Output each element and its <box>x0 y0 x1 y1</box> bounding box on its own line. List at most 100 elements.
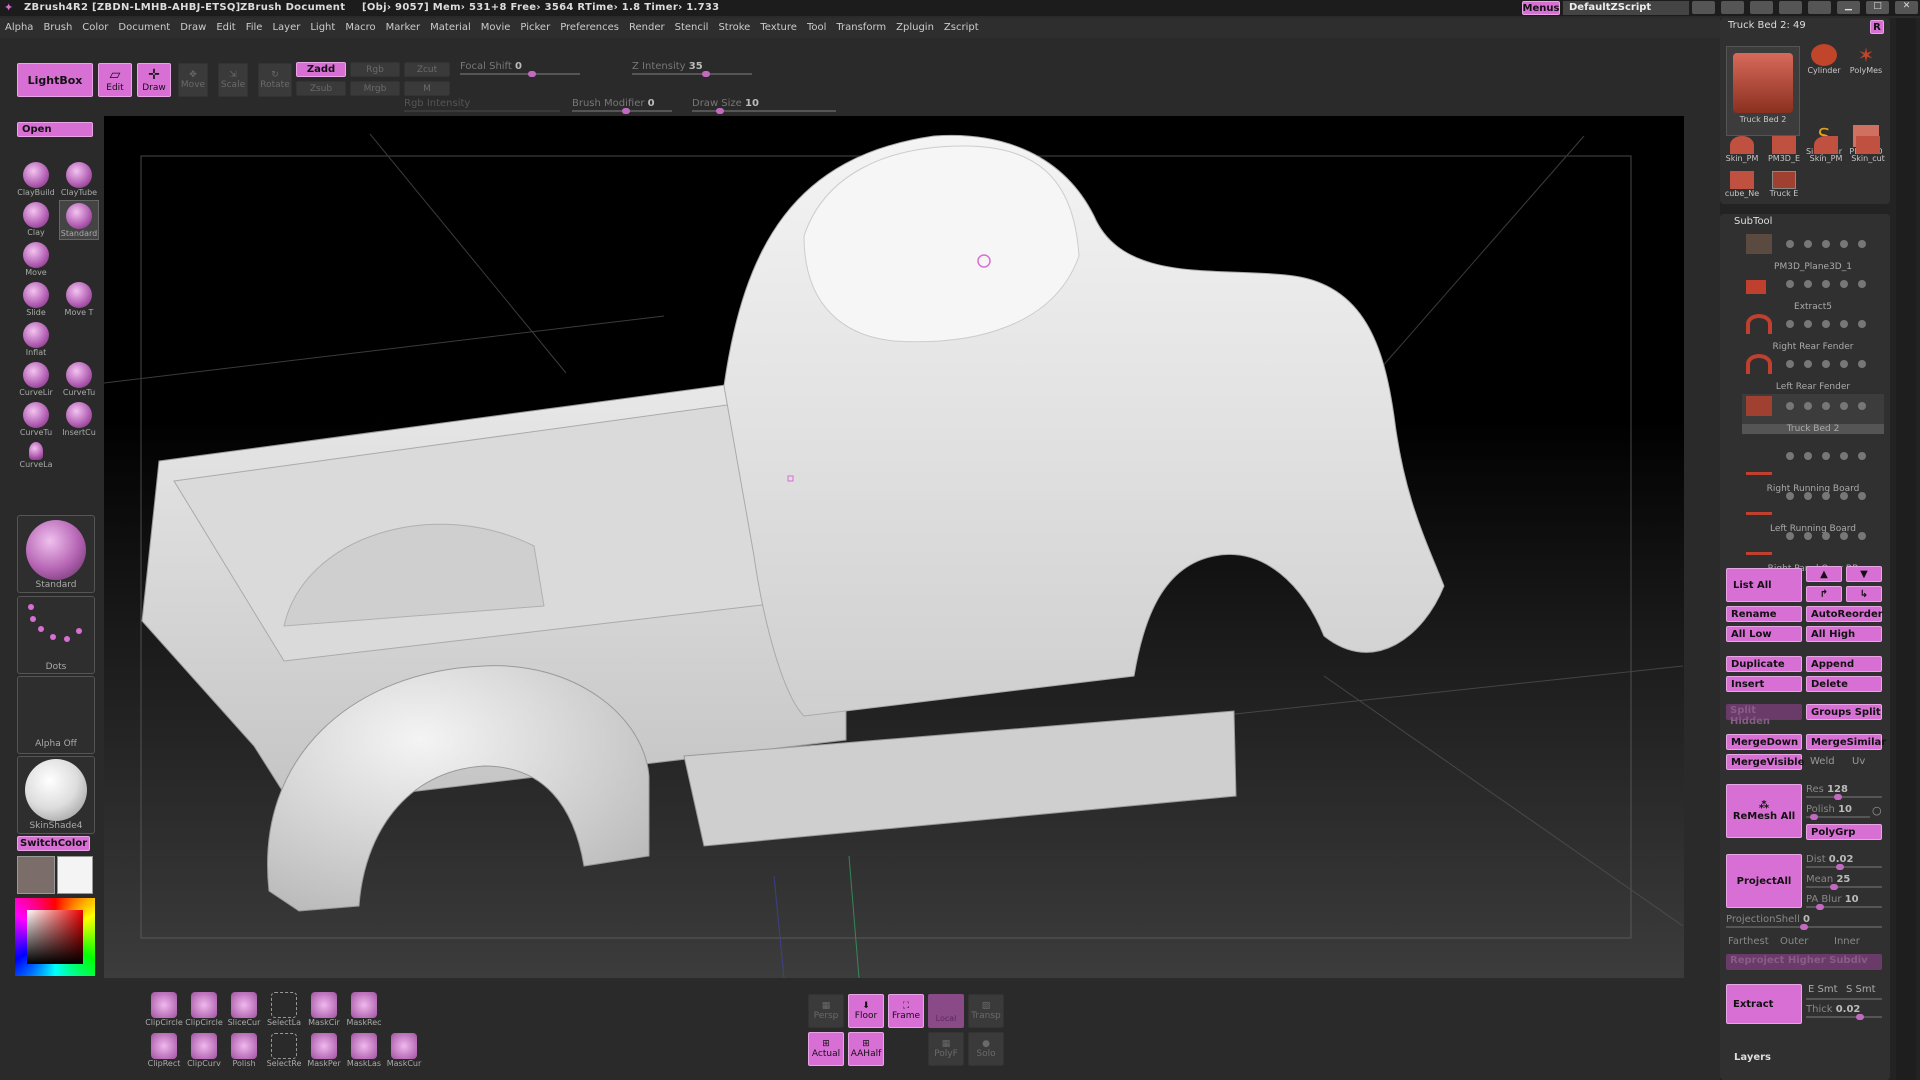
projection-shell-knob[interactable] <box>1800 924 1808 930</box>
polish-slider[interactable]: Polish 10 <box>1806 804 1870 820</box>
focal-shift-knob[interactable] <box>528 71 536 77</box>
maskcircle-brush[interactable]: MaskCir <box>302 992 346 1034</box>
masklasso-brush[interactable]: MaskLas <box>342 1033 386 1075</box>
focal-shift-slider[interactable]: Focal Shift 0 <box>460 61 580 77</box>
duplicate-button[interactable]: Duplicate <box>1726 656 1802 672</box>
z-intensity-knob[interactable] <box>702 71 710 77</box>
brush-claytubes[interactable]: ClayTube <box>59 160 99 200</box>
polish-brush[interactable]: Polish <box>222 1033 266 1075</box>
menu-file[interactable]: File <box>241 18 268 33</box>
move-top-button[interactable]: ↱ <box>1806 586 1842 602</box>
remesh-all-button[interactable]: ⁂ ReMesh All <box>1726 784 1802 838</box>
extract-button[interactable]: Extract <box>1726 984 1802 1024</box>
insert-button[interactable]: Insert <box>1726 676 1802 692</box>
menu-color[interactable]: Color <box>77 18 113 33</box>
menu-texture[interactable]: Texture <box>755 18 802 33</box>
menu-zscript[interactable]: Zscript <box>939 18 984 33</box>
thick-slider[interactable]: Thick 0.02 <box>1806 1004 1882 1020</box>
brush-curvetube[interactable]: CurveTu <box>59 360 99 400</box>
maskrect-brush[interactable]: MaskRec <box>342 992 386 1034</box>
merge-down-button[interactable]: MergeDown <box>1726 734 1802 750</box>
farthest-toggle[interactable]: Farthest <box>1728 936 1769 947</box>
outer-toggle[interactable]: Outer <box>1780 936 1808 947</box>
menu-preferences[interactable]: Preferences <box>555 18 624 33</box>
menu-document[interactable]: Document <box>113 18 175 33</box>
menu-tool[interactable]: Tool <box>802 18 831 33</box>
selectrect-brush[interactable]: SelectRe <box>262 1033 306 1075</box>
material-tile[interactable]: SkinShade4 <box>17 756 95 834</box>
subtool-toggles[interactable] <box>1786 402 1882 410</box>
subtool-item-selected[interactable]: Truck Bed 2 <box>1742 394 1884 434</box>
maskcurve-brush[interactable]: MaskCur <box>382 1033 426 1075</box>
floor-button[interactable]: ⬇ Floor <box>848 994 884 1028</box>
lock-icon[interactable] <box>1779 1 1802 14</box>
brush-clay[interactable]: Clay <box>16 200 56 240</box>
append-button[interactable]: Append <box>1806 656 1882 672</box>
m-button[interactable]: M <box>404 81 450 96</box>
auto-reorder-button[interactable]: AutoReorder <box>1806 606 1883 622</box>
mrgb-button[interactable]: Mrgb <box>350 81 400 96</box>
menu-macro[interactable]: Macro <box>340 18 380 33</box>
menu-edit[interactable]: Edit <box>211 18 240 33</box>
maximize-icon[interactable]: □ <box>1866 1 1889 14</box>
clipcircle-brush[interactable]: ClipCircle <box>142 992 186 1034</box>
all-low-button[interactable]: All Low <box>1726 626 1802 642</box>
draw-button[interactable]: ✛ Draw <box>137 63 171 97</box>
dist-knob[interactable] <box>1836 864 1844 870</box>
uv-toggle[interactable]: Uv <box>1852 756 1865 767</box>
canvas-viewport[interactable] <box>103 116 1684 979</box>
tool-thumb[interactable]: Skin_PM <box>1806 136 1846 169</box>
subtool-item[interactable]: PM3D_Plane3D_1 <box>1742 232 1884 272</box>
local-button[interactable]: Local <box>928 994 964 1028</box>
menu-marker[interactable]: Marker <box>381 18 426 33</box>
main-color-swatch[interactable] <box>17 856 55 894</box>
dist-slider[interactable]: Dist 0.02 <box>1806 854 1882 870</box>
menu-transform[interactable]: Transform <box>831 18 891 33</box>
color-picker[interactable] <box>15 898 95 976</box>
brush-modifier-slider[interactable]: Brush Modifier 0 <box>572 98 672 114</box>
menu-zplugin[interactable]: Zplugin <box>891 18 939 33</box>
zsub-button[interactable]: Zsub <box>296 81 346 96</box>
brush-claybuildup[interactable]: ClayBuild <box>16 160 56 200</box>
weld-toggle[interactable]: Weld <box>1810 756 1835 767</box>
open-button[interactable]: Open <box>17 122 93 137</box>
brush-standard-selected[interactable]: Standard <box>59 200 99 240</box>
zadd-button[interactable]: Zadd <box>296 62 346 77</box>
menus-button[interactable]: Menus <box>1522 1 1560 15</box>
tool-thumb[interactable]: ✶ PolyMes <box>1846 44 1886 123</box>
subtool-toggles[interactable] <box>1786 320 1882 328</box>
brush-modifier-knob[interactable] <box>622 108 630 114</box>
actual-button[interactable]: ⊞ Actual <box>808 1032 844 1066</box>
minimize-icon[interactable]: ▁ <box>1837 1 1860 14</box>
maskpen-brush[interactable]: MaskPer <box>302 1033 346 1075</box>
solo-button[interactable]: ● Solo <box>968 1032 1004 1066</box>
brush-insertcube[interactable]: InsertCu <box>59 400 99 440</box>
tool-thumb[interactable]: cube_Ne <box>1722 171 1762 204</box>
e-smt-track[interactable] <box>1806 998 1882 1000</box>
menu-draw[interactable]: Draw <box>175 18 211 33</box>
rgb-intensity-slider[interactable]: Rgb Intensity <box>404 98 560 112</box>
switch-color-button[interactable]: SwitchColor <box>17 836 91 851</box>
edit-button[interactable]: ▱ Edit <box>98 63 132 97</box>
current-tool-thumb[interactable]: Truck Bed 2 <box>1726 46 1800 136</box>
frame-button[interactable]: ⛶ Frame <box>888 994 924 1028</box>
slicecurve-brush[interactable]: SliceCur <box>222 992 266 1034</box>
subtool-item[interactable]: Right Rear Fender <box>1742 312 1884 352</box>
split-hidden-button[interactable]: Split Hidden <box>1726 704 1802 727</box>
reproject-button[interactable]: Reproject Higher Subdiv <box>1726 954 1882 970</box>
default-zscript-button[interactable]: DefaultZScript <box>1563 1 1689 15</box>
brush-move[interactable]: Move <box>16 240 56 280</box>
current-brush-tile[interactable]: Standard <box>17 515 95 593</box>
mean-slider[interactable]: Mean 25 <box>1806 874 1882 890</box>
move-down-button[interactable]: ▼ <box>1846 566 1882 582</box>
rename-button[interactable]: Rename <box>1726 606 1802 622</box>
s-smt-label[interactable]: S Smt <box>1846 984 1876 995</box>
z-intensity-slider[interactable]: Z Intensity 35 <box>632 61 752 77</box>
next-icon[interactable] <box>1721 1 1744 14</box>
menu-stroke[interactable]: Stroke <box>713 18 755 33</box>
brush-move-topological[interactable]: Move T <box>59 280 99 320</box>
subtool-item[interactable]: Right Running Board <box>1742 452 1884 494</box>
draw-size-slider[interactable]: Draw Size 10 <box>692 98 836 114</box>
polyf-button[interactable]: ▦ PolyF <box>928 1032 964 1066</box>
res-slider[interactable]: Res 128 <box>1806 784 1882 800</box>
